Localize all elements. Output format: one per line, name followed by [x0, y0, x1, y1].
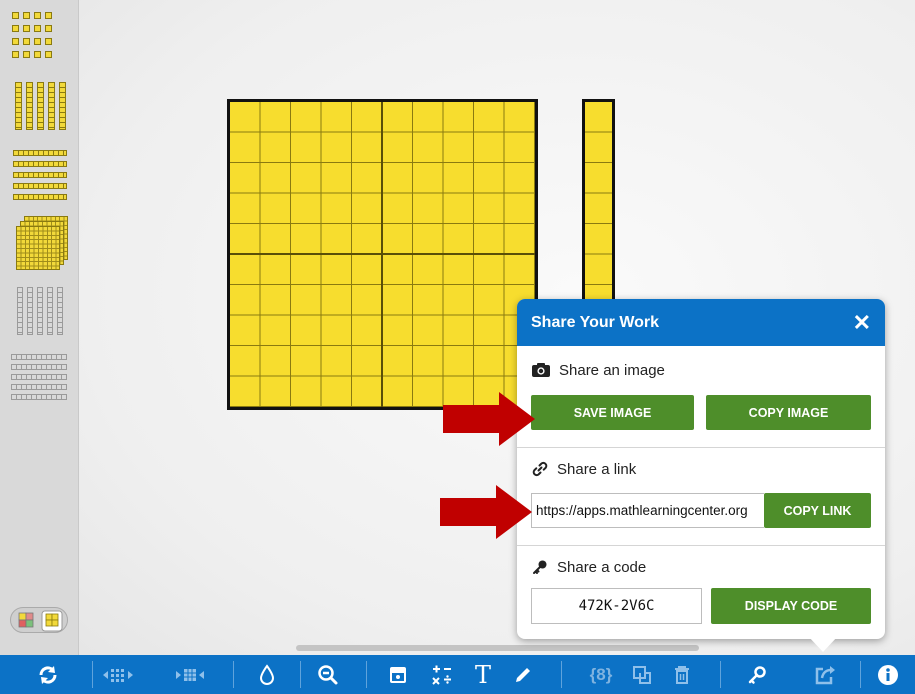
camera-icon [532, 363, 550, 377]
share-icon[interactable] [807, 655, 843, 694]
share-dialog: Share Your Work ✕ Share an image SAVE IM… [517, 299, 885, 639]
share-image-section: Share an image [517, 358, 885, 382]
share-code-section: Share a code [517, 555, 885, 579]
share-link-section: Share a link [517, 457, 885, 481]
toolbar-separator [366, 661, 367, 688]
outline-rods-vertical-icon[interactable] [17, 287, 69, 337]
toolbar-separator [561, 661, 562, 688]
dialog-header: Share Your Work ✕ [517, 299, 885, 346]
bottom-toolbar: T {8} [0, 655, 915, 694]
flat-center-divider-horizontal [230, 253, 535, 255]
info-icon[interactable] [870, 655, 906, 694]
divider [517, 447, 885, 448]
duplicate-icon[interactable] [624, 655, 660, 694]
toolbar-separator [300, 661, 301, 688]
red-arrow-icon [440, 485, 532, 539]
divider [517, 545, 885, 546]
red-arrow-icon [443, 392, 535, 446]
toolbar-separator [92, 661, 93, 688]
ten-rods-vertical-icon[interactable] [15, 82, 69, 132]
share-link-label: Share a link [557, 460, 637, 478]
share-code-field[interactable]: 472K-2V6C [531, 588, 702, 624]
dialog-title: Share Your Work [531, 313, 660, 331]
share-code-label: Share a code [557, 558, 647, 576]
link-icon [532, 461, 548, 477]
ten-rods-horizontal-icon[interactable] [13, 150, 69, 206]
hundred-flat-block[interactable] [227, 99, 538, 410]
unit-cubes-icon[interactable] [12, 12, 68, 70]
save-image-button[interactable]: SAVE IMAGE [531, 395, 694, 430]
outline-rods-horizontal-icon[interactable] [11, 354, 69, 410]
trash-icon[interactable] [664, 655, 700, 694]
horizontal-scrollbar[interactable] [296, 645, 699, 651]
hundred-flat-icon[interactable] [16, 216, 70, 274]
color-mode-toggle-icon[interactable] [10, 607, 68, 633]
key-icon[interactable] [739, 655, 775, 694]
block-palette [0, 0, 79, 655]
copy-image-button[interactable]: COPY IMAGE [706, 395, 871, 430]
ungroup-icon[interactable] [100, 655, 136, 694]
group-icon[interactable] [172, 655, 208, 694]
toolbar-separator [860, 661, 861, 688]
refresh-icon[interactable] [30, 655, 66, 694]
copy-link-button[interactable]: COPY LINK [764, 493, 871, 528]
zoom-out-icon[interactable] [310, 655, 346, 694]
display-code-button[interactable]: DISPLAY CODE [711, 588, 871, 624]
key-icon [533, 560, 547, 574]
droplet-icon[interactable] [249, 655, 285, 694]
text-icon[interactable]: T [465, 655, 501, 694]
share-image-label: Share an image [559, 361, 665, 379]
toolbar-separator [720, 661, 721, 688]
pen-icon[interactable] [505, 655, 541, 694]
close-icon[interactable]: ✕ [853, 310, 871, 336]
operations-icon[interactable] [424, 655, 460, 694]
dialog-pointer [808, 636, 838, 652]
image-icon[interactable] [380, 655, 416, 694]
toolbar-separator [233, 661, 234, 688]
share-link-input[interactable]: https://apps.mathlearningcenter.org [531, 493, 764, 528]
braces-icon[interactable]: {8} [583, 655, 619, 694]
